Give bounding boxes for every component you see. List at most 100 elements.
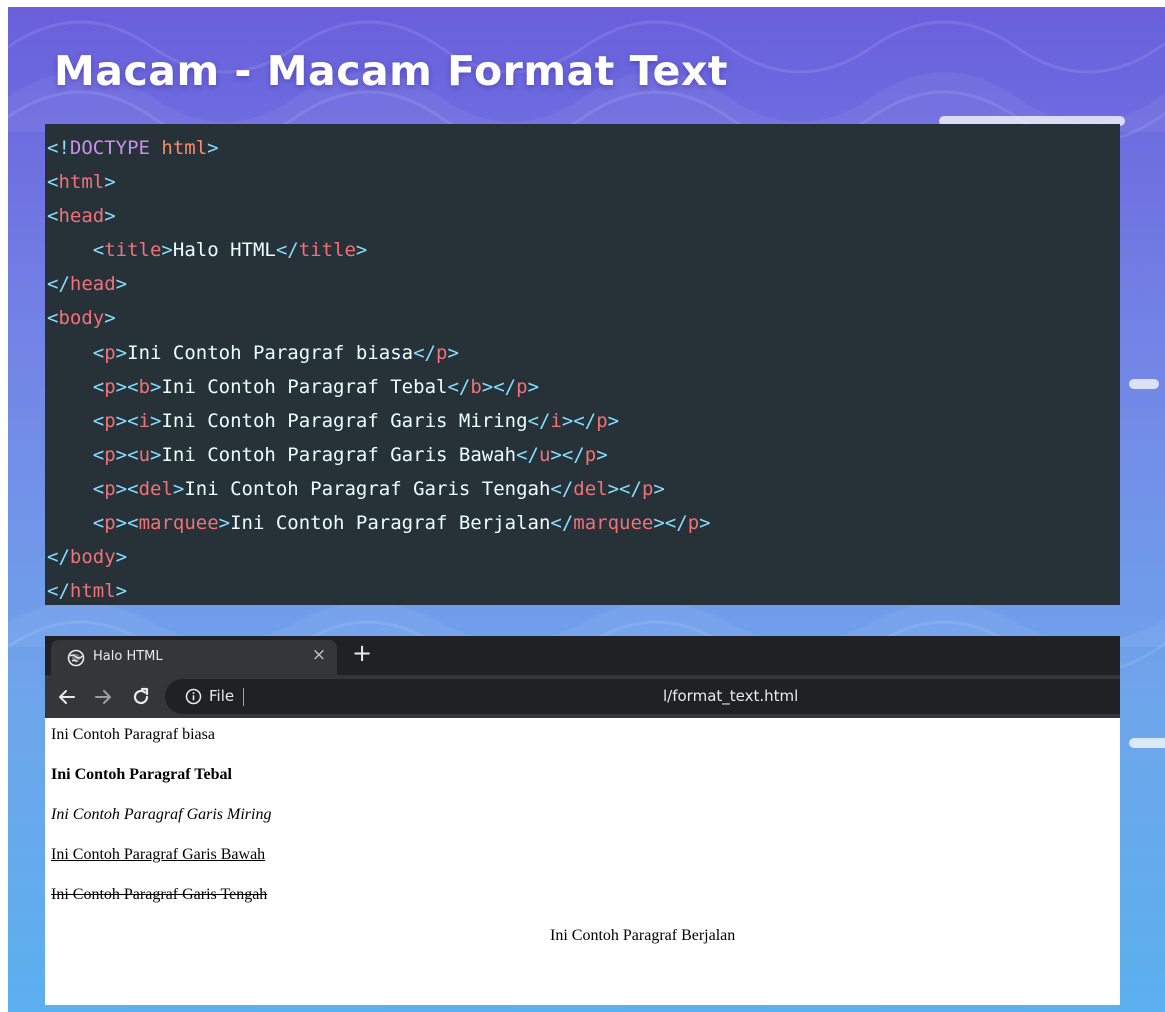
- decorative-bar-low: [1129, 738, 1165, 748]
- paragraph-underline: Ini Contoh Paragraf Garis Bawah: [51, 846, 266, 863]
- code-token: p: [104, 512, 116, 535]
- code-token: ><: [115, 512, 139, 535]
- code-token: >: [447, 341, 459, 364]
- new-tab-button[interactable]: +: [349, 638, 375, 668]
- code-token: >: [150, 409, 162, 432]
- url-text[interactable]: l/format_text.html: [663, 687, 798, 705]
- code-token: html: [149, 137, 208, 159]
- code-token: >: [104, 205, 116, 228]
- code-line: <head>: [45, 199, 1120, 233]
- info-icon[interactable]: [185, 688, 202, 705]
- code-token: Ini Contoh Paragraf Garis Tengah: [184, 477, 551, 500]
- code-token: ></: [481, 375, 517, 398]
- code-token: <: [47, 205, 59, 228]
- code-token: ></: [607, 477, 642, 500]
- code-token: html: [58, 171, 105, 194]
- code-token: </: [413, 341, 436, 364]
- code-token: del: [573, 477, 608, 500]
- chip-divider: [243, 688, 244, 706]
- code-token: >: [150, 375, 162, 398]
- code-token: b: [138, 375, 151, 398]
- arrow-left-icon[interactable]: [55, 685, 79, 709]
- code-token: </: [47, 546, 70, 569]
- code-token: marquee: [573, 512, 654, 535]
- code-token: </: [527, 409, 551, 432]
- code-token: >: [104, 307, 116, 330]
- code-token: <: [92, 341, 105, 364]
- code-panel: <!DOCTYPE html> <html> <head> <title>Halo …: [45, 124, 1120, 605]
- code-token: <: [92, 375, 105, 398]
- browser-tab[interactable]: Halo HTML ×: [51, 640, 337, 675]
- code-token: >: [527, 375, 540, 398]
- code-token: p: [641, 477, 654, 500]
- code-token: Ini Contoh Paragraf Berjalan: [230, 512, 551, 535]
- code-token: head: [58, 205, 105, 228]
- code-line: <p><del>Ini Contoh Paragraf Garis Tengah…: [45, 472, 1120, 506]
- code-token: body: [69, 546, 116, 569]
- arrow-right-icon[interactable]: [91, 685, 115, 709]
- code-token: marquee: [138, 512, 219, 535]
- code-token: <: [92, 409, 105, 432]
- globe-icon: [67, 649, 85, 667]
- code-token: >: [161, 239, 173, 262]
- code-token: ><: [115, 477, 139, 500]
- code-token: p: [687, 512, 700, 535]
- code-token: DOCTYPE: [69, 137, 150, 159]
- site-chip-label: File: [209, 687, 235, 705]
- code-line: </html>: [45, 574, 1120, 608]
- code-token: Ini Contoh Paragraf Garis Miring: [161, 409, 528, 432]
- code-token: Ini Contoh Paragraf biasa: [127, 341, 414, 364]
- code-token: Ini Contoh Paragraf Tebal: [161, 375, 448, 398]
- code-token: del: [138, 477, 173, 500]
- code-token: i: [138, 409, 151, 432]
- code-token: u: [138, 443, 151, 466]
- code-token: p: [104, 341, 116, 364]
- code-token: ><: [115, 375, 139, 398]
- slide-title: Macam - Macam Format Text: [54, 47, 729, 95]
- code-token: >: [355, 239, 368, 262]
- code-line: <body>: [45, 301, 1120, 335]
- code-token: <: [92, 477, 105, 500]
- paragraph-bold: Ini Contoh Paragraf Tebal: [51, 766, 232, 783]
- code-token: u: [538, 443, 551, 466]
- code-token: p: [584, 443, 597, 466]
- code-token: </: [47, 580, 70, 603]
- code-token: p: [104, 409, 116, 432]
- code-token: <: [92, 512, 105, 535]
- code-token: <!: [47, 137, 70, 159]
- code-line: </body>: [45, 540, 1120, 574]
- code-token: >: [115, 580, 128, 603]
- code-token: </: [47, 273, 70, 296]
- paragraph-italic: Ini Contoh Paragraf Garis Miring: [51, 806, 272, 823]
- code-token: p: [104, 443, 116, 466]
- code-token: ><: [115, 443, 139, 466]
- close-icon[interactable]: ×: [309, 645, 329, 667]
- code-token: </: [275, 239, 299, 262]
- code-token: </: [550, 477, 574, 500]
- code-token: <: [92, 239, 105, 262]
- address-bar[interactable]: File l/format_text.html: [165, 679, 1120, 714]
- code-line: <!DOCTYPE html>: [45, 131, 1120, 165]
- code-token: i: [550, 409, 562, 432]
- code-line: <p>Ini Contoh Paragraf biasa</p>: [45, 336, 1120, 370]
- code-token: >: [172, 477, 185, 500]
- page-viewport: Ini Contoh Paragraf biasa Ini Contoh Par…: [45, 718, 1120, 1005]
- code-token: body: [58, 307, 105, 330]
- code-line: <p><i>Ini Contoh Paragraf Garis Miring</…: [45, 404, 1120, 438]
- code-line: </head>: [45, 267, 1120, 301]
- code-token: p: [516, 375, 528, 398]
- code-token: >: [104, 171, 116, 194]
- code-token: >: [115, 273, 128, 296]
- code-token: >: [596, 443, 608, 466]
- code-token: >: [607, 409, 620, 432]
- reload-icon[interactable]: [129, 685, 153, 709]
- code-line: <p><marquee>Ini Contoh Paragraf Berjalan…: [45, 506, 1120, 540]
- code-line: <p><u>Ini Contoh Paragraf Garis Bawah</u…: [45, 438, 1120, 472]
- code-token: </: [550, 512, 574, 535]
- code-token: p: [104, 375, 116, 398]
